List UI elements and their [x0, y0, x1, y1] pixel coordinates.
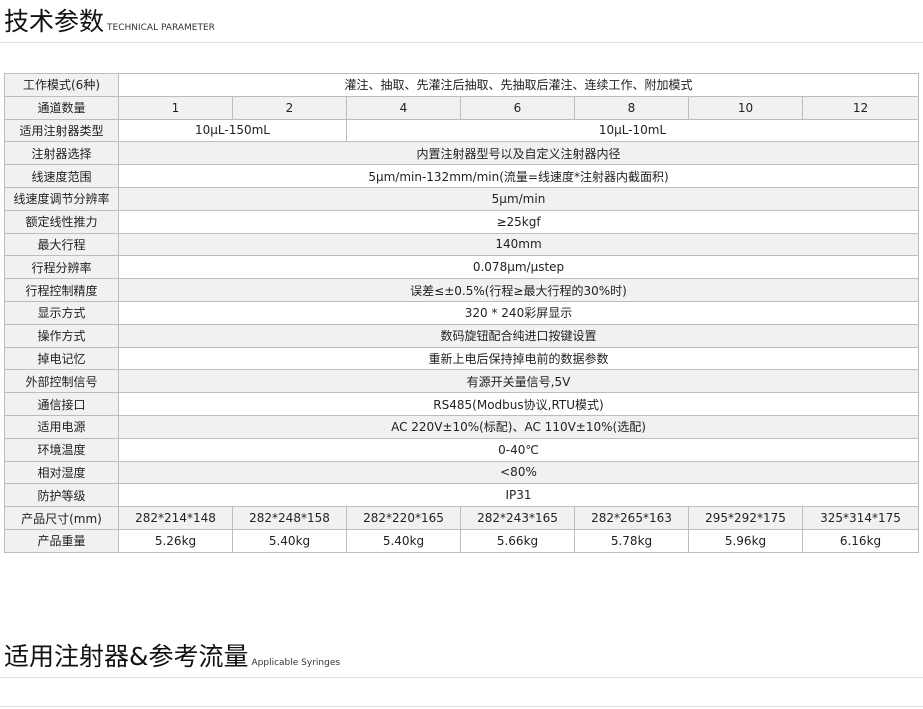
row-value: 内置注射器型号以及自定义注射器内径 [118, 141, 919, 166]
section-divider [0, 677, 923, 678]
section-subtitle: TECHNICAL PARAMETER [107, 23, 215, 33]
table-row: 产品重量 5.26kg 5.40kg 5.40kg 5.66kg 5.78kg 5.96kg… [4, 528, 919, 553]
spec-table: 工作模式(6种) 灌注、抽取、先灌注后抽取、先抽取后灌注、连续工作、附加模式 通… [4, 73, 919, 553]
table-row: 显示方式 320 * 240彩屏显示 [4, 300, 919, 325]
channel-cell: 10 [688, 95, 803, 120]
row-label: 通信接口 [4, 392, 119, 416]
section-header-syringes: 适用注射器&参考流量 Applicable Syringes [4, 637, 340, 673]
channel-cell: 1 [118, 95, 233, 120]
row-value: 重新上电后保持掉电前的数据参数 [118, 346, 919, 371]
table-row: 工作模式(6种) 灌注、抽取、先灌注后抽取、先抽取后灌注、连续工作、附加模式 [4, 73, 919, 97]
weight-cell: 5.66kg [460, 528, 575, 553]
size-cell: 282*243*165 [460, 506, 575, 530]
row-label: 工作模式(6种) [4, 73, 119, 97]
row-value: ≥25kgf [118, 209, 919, 234]
table-row: 防护等级 IP31 [4, 483, 919, 508]
row-value: 320 * 240彩屏显示 [118, 300, 919, 325]
row-label: 适用注射器类型 [4, 118, 119, 143]
table-row: 线速度范围 5μm/min-132mm/min(流量=线速度*注射器内截面积) [4, 164, 919, 188]
row-label: 产品重量 [4, 528, 119, 553]
row-value: 有源开关量信号,5V [118, 369, 919, 394]
table-row: 环境温度 0-40℃ [4, 437, 919, 462]
channel-cell: 2 [232, 95, 347, 120]
row-value: 误差≤±0.5%(行程≥最大行程的30%时) [118, 278, 919, 302]
table-row: 行程控制精度 误差≤±0.5%(行程≥最大行程的30%时) [4, 278, 919, 302]
section-header-technical: 技术参数 TECHNICAL PARAMETER [4, 2, 215, 38]
channel-cell: 6 [460, 95, 575, 120]
table-row: 掉电记忆 重新上电后保持掉电前的数据参数 [4, 346, 919, 371]
section-subtitle: Applicable Syringes [251, 658, 341, 668]
table-row: 最大行程 140mm [4, 232, 919, 257]
syringe-type-cell: 10μL-150mL [118, 118, 347, 143]
row-value: RS485(Modbus协议,RTU模式) [118, 392, 919, 416]
weight-cell: 6.16kg [802, 528, 919, 553]
section-divider [0, 706, 923, 707]
table-row: 适用注射器类型 10μL-150mL 10μL-10mL [4, 118, 919, 143]
table-row: 相对湿度 <80% [4, 460, 919, 485]
row-label: 行程分辨率 [4, 255, 119, 280]
row-value: 灌注、抽取、先灌注后抽取、先抽取后灌注、连续工作、附加模式 [118, 73, 919, 97]
row-label: 通道数量 [4, 95, 119, 120]
row-label: 最大行程 [4, 232, 119, 257]
channel-cell: 4 [346, 95, 461, 120]
section-title: 适用注射器&参考流量 [4, 642, 249, 671]
row-value: 5μm/min-132mm/min(流量=线速度*注射器内截面积) [118, 164, 919, 188]
row-label: 线速度调节分辨率 [4, 186, 119, 211]
row-label: 注射器选择 [4, 141, 119, 166]
weight-cell: 5.96kg [688, 528, 803, 553]
table-row: 通道数量 1 2 4 6 8 10 12 [4, 95, 919, 120]
size-cell: 295*292*175 [688, 506, 803, 530]
row-label: 适用电源 [4, 414, 119, 439]
row-value: 数码旋钮配合纯进口按键设置 [118, 323, 919, 348]
table-row: 产品尺寸(mm) 282*214*148 282*248*158 282*220*16… [4, 506, 919, 530]
size-cell: 282*214*148 [118, 506, 233, 530]
row-value: 140mm [118, 232, 919, 257]
table-row: 操作方式 数码旋钮配合纯进口按键设置 [4, 323, 919, 348]
table-row: 线速度调节分辨率 5μm/min [4, 186, 919, 211]
row-value: 0-40℃ [118, 437, 919, 462]
row-value: 0.078μm/μstep [118, 255, 919, 280]
weight-cell: 5.26kg [118, 528, 233, 553]
weight-cell: 5.40kg [346, 528, 461, 553]
row-value: IP31 [118, 483, 919, 508]
row-label: 产品尺寸(mm) [4, 506, 119, 530]
table-row: 通信接口 RS485(Modbus协议,RTU模式) [4, 392, 919, 416]
table-row: 额定线性推力 ≥25kgf [4, 209, 919, 234]
table-row: 注射器选择 内置注射器型号以及自定义注射器内径 [4, 141, 919, 166]
row-value: 5μm/min [118, 186, 919, 211]
table-row: 行程分辨率 0.078μm/μstep [4, 255, 919, 280]
table-row: 适用电源 AC 220V±10%(标配)、AC 110V±10%(选配) [4, 414, 919, 439]
row-label: 线速度范围 [4, 164, 119, 188]
row-label: 环境温度 [4, 437, 119, 462]
table-row: 外部控制信号 有源开关量信号,5V [4, 369, 919, 394]
syringe-type-cell: 10μL-10mL [346, 118, 919, 143]
size-cell: 325*314*175 [802, 506, 919, 530]
section-title: 技术参数 [4, 7, 105, 36]
row-label: 防护等级 [4, 483, 119, 508]
section-divider [0, 42, 923, 43]
channel-cell: 12 [802, 95, 919, 120]
channel-cell: 8 [574, 95, 689, 120]
row-value: <80% [118, 460, 919, 485]
row-label: 掉电记忆 [4, 346, 119, 371]
weight-cell: 5.40kg [232, 528, 347, 553]
row-label: 外部控制信号 [4, 369, 119, 394]
weight-cell: 5.78kg [574, 528, 689, 553]
row-label: 行程控制精度 [4, 278, 119, 302]
row-label: 显示方式 [4, 300, 119, 325]
size-cell: 282*265*163 [574, 506, 689, 530]
row-label: 额定线性推力 [4, 209, 119, 234]
row-value: AC 220V±10%(标配)、AC 110V±10%(选配) [118, 414, 919, 439]
row-label: 操作方式 [4, 323, 119, 348]
size-cell: 282*220*165 [346, 506, 461, 530]
size-cell: 282*248*158 [232, 506, 347, 530]
row-label: 相对湿度 [4, 460, 119, 485]
